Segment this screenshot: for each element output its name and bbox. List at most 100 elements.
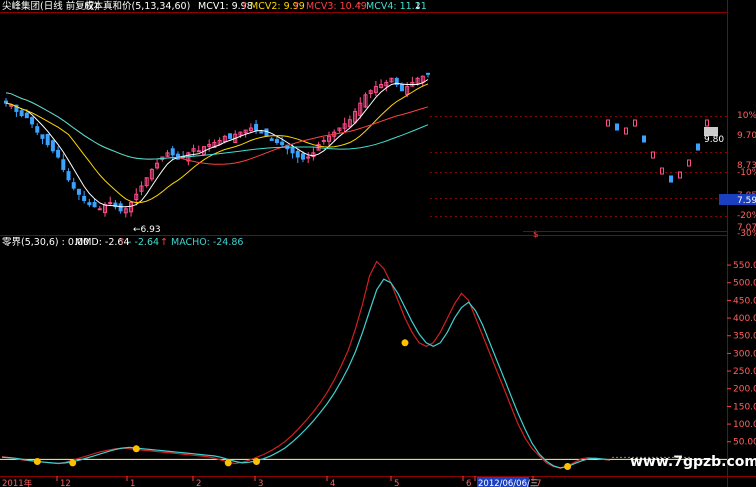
candle-body — [269, 138, 274, 141]
osc-tick-label: 450.0 — [733, 296, 756, 306]
candle-body — [108, 202, 113, 205]
price-axis: 10%9.708.73-10%7.857.59-20%7.07-30% — [719, 111, 756, 239]
date-tick-label: 2011年 — [2, 478, 33, 487]
mcv2-arrow: ↑ — [293, 1, 301, 12]
inset-candle — [606, 119, 610, 127]
price-tick-label: 9.70 — [737, 131, 756, 141]
mmd-arrow: ↑ — [118, 237, 126, 248]
osc-tick-label: 150.0 — [733, 402, 756, 412]
osc-tick-label: 100.0 — [733, 420, 756, 430]
price-tick-label: 7.59 — [737, 196, 756, 206]
osc-tick-label: 200.0 — [733, 385, 756, 395]
mcv3-arrow: ↑ — [355, 1, 363, 12]
price-tick-label: -10% — [737, 168, 756, 178]
cross-marker — [564, 462, 572, 470]
candle-body — [264, 128, 269, 137]
date-tick-label: 6 — [466, 479, 471, 487]
candle-body — [40, 134, 45, 139]
candle-body — [97, 208, 102, 211]
price-grid — [430, 116, 727, 217]
price-tick-label: -20% — [737, 211, 756, 221]
oscillator-axis: 550.0 500.0 450.0 400.0 350.0 300.0 250.0 200.0… — [727, 261, 756, 448]
candle-body — [228, 133, 233, 139]
candle-body — [306, 156, 311, 159]
candle-body — [295, 150, 300, 158]
cross-marker — [33, 458, 41, 466]
candle-body — [426, 72, 430, 75]
candle-body — [321, 139, 326, 142]
oscillator-header: 零界(5,30,6) : 0.00 MMD: -2.64 ↑ - -2.64 ↑… — [2, 237, 243, 248]
candle-body — [280, 141, 285, 146]
inset-candle — [633, 119, 637, 127]
candle-body — [56, 149, 61, 158]
candle-body — [24, 112, 29, 119]
candle-body — [92, 201, 97, 208]
date-tick-label: 5 — [394, 479, 399, 487]
inset-candle — [651, 151, 655, 159]
cross-marker — [253, 458, 261, 466]
candle-body — [66, 171, 71, 181]
cross-marker — [132, 445, 140, 453]
ma13-line — [5, 83, 429, 204]
cross-marker — [401, 339, 409, 347]
indicator-name: 成本真和价(5,13,34,60) — [84, 0, 190, 12]
mcv4-arrow: ↓ — [414, 1, 422, 12]
candle-body — [170, 148, 175, 156]
candle-body — [35, 126, 40, 133]
cross-marker — [69, 459, 77, 467]
inset-candle — [705, 119, 709, 127]
candle-body — [300, 153, 305, 160]
candle-body — [259, 131, 264, 134]
cross-marker — [224, 459, 232, 467]
candle-body — [399, 83, 404, 92]
inset-candle — [696, 143, 700, 151]
cross-markers — [33, 339, 572, 470]
ma5-line — [5, 79, 429, 208]
date-tick-label: 12 — [60, 479, 71, 487]
price-header: 尖峰集团(日线 前复权) 成本真和价(5,13,34,60) MCV1: 9.9… — [2, 0, 427, 12]
inset-price-value: 9.80 — [704, 135, 724, 145]
candle-body — [61, 159, 66, 170]
price-tick-label: 10% — [737, 111, 756, 121]
date-tick-label: 3 — [258, 479, 263, 487]
mmd-line — [1, 260, 611, 469]
inset-candle — [642, 135, 646, 143]
inset-candle — [660, 167, 664, 175]
osc-tick-label: 550.0 — [733, 261, 756, 271]
moving-averages — [5, 79, 429, 208]
mcv1-arrow: ↑ — [241, 1, 249, 12]
date-tick-label: 4 — [330, 479, 335, 487]
ma60-line — [5, 92, 429, 160]
inset-candle — [687, 159, 691, 167]
osc-tick-label: 250.0 — [733, 367, 756, 377]
osc-tick-label: 400.0 — [733, 314, 756, 324]
osc-tick-label: 300.0 — [733, 349, 756, 359]
date-axis: 2011年 12 1 2 3 4 5 6 2012/06/06/三7 — [2, 476, 541, 487]
macho-line — [1, 278, 611, 469]
candle-body — [274, 139, 279, 144]
candle-body — [82, 195, 87, 202]
candle-body — [50, 140, 55, 152]
candle-body — [45, 133, 50, 146]
inset-candle — [624, 127, 628, 135]
macho-value: MACHO: -24.86 — [171, 237, 243, 248]
candle-body — [30, 117, 35, 125]
osc-tick-label: 50.00 — [733, 438, 756, 448]
mid-arrow: ↑ — [160, 237, 168, 248]
candle-body — [254, 123, 259, 131]
date-tick-label: 7 — [536, 479, 541, 487]
candle-body — [118, 203, 123, 212]
oscillator — [0, 260, 727, 469]
osc-tick-label: 350.0 — [733, 332, 756, 342]
low-price-label: ←6.93 — [133, 225, 161, 235]
mid-value: - -2.64 — [128, 237, 159, 248]
candle-body — [19, 110, 24, 117]
candle-body — [76, 188, 81, 195]
price-tick-label: -30% — [737, 229, 756, 239]
candle-body — [87, 202, 92, 206]
stock-chart[interactable]: 9.80 10%9.708.73-10%7.857.59-20%7.07-30%… — [0, 0, 756, 487]
date-tick-label: 1 — [130, 479, 135, 487]
osc-tick-label: 500.0 — [733, 279, 756, 289]
candle-body — [71, 182, 76, 189]
inset-candle — [669, 175, 673, 183]
